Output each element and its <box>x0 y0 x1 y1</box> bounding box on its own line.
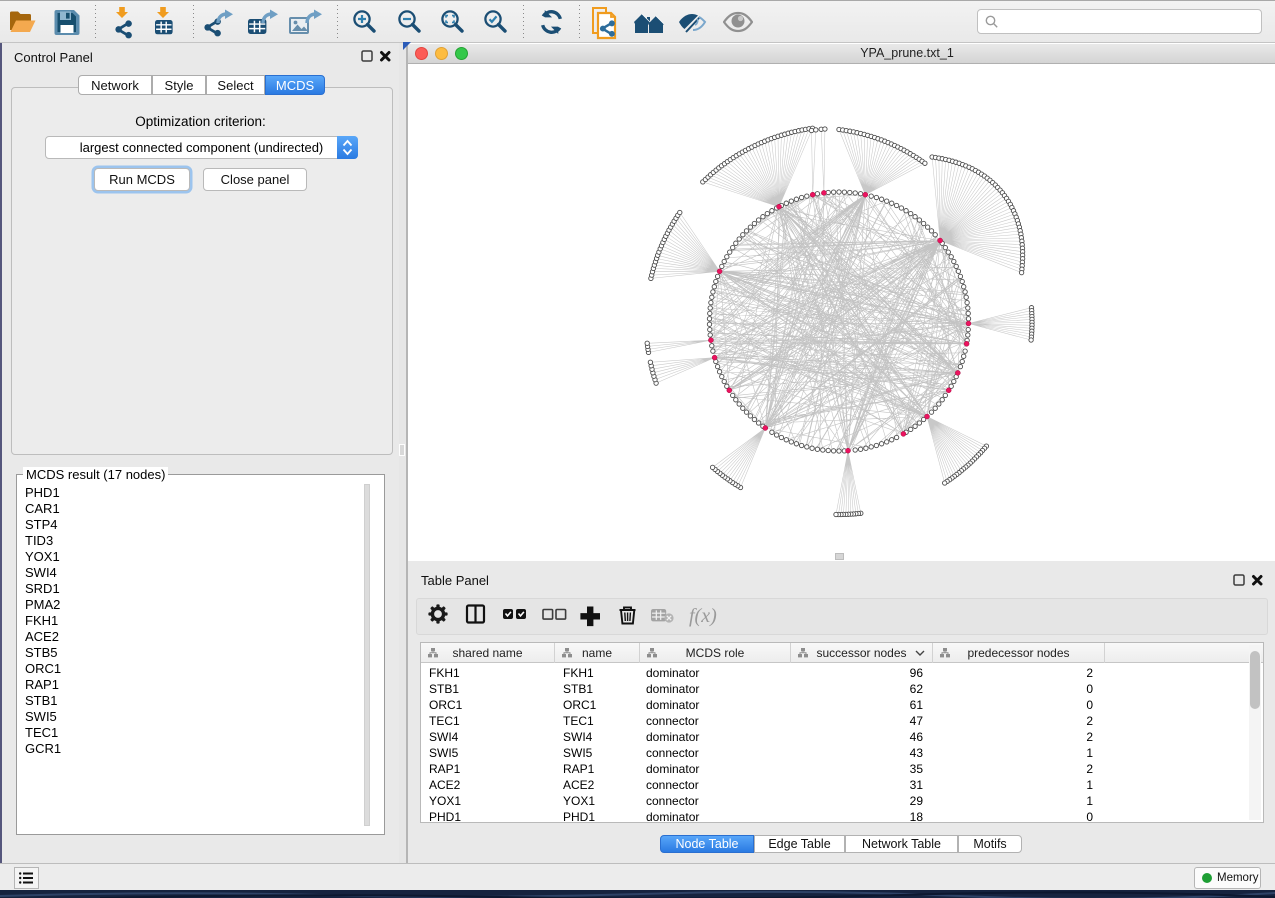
svg-text:f(x): f(x) <box>689 605 717 627</box>
